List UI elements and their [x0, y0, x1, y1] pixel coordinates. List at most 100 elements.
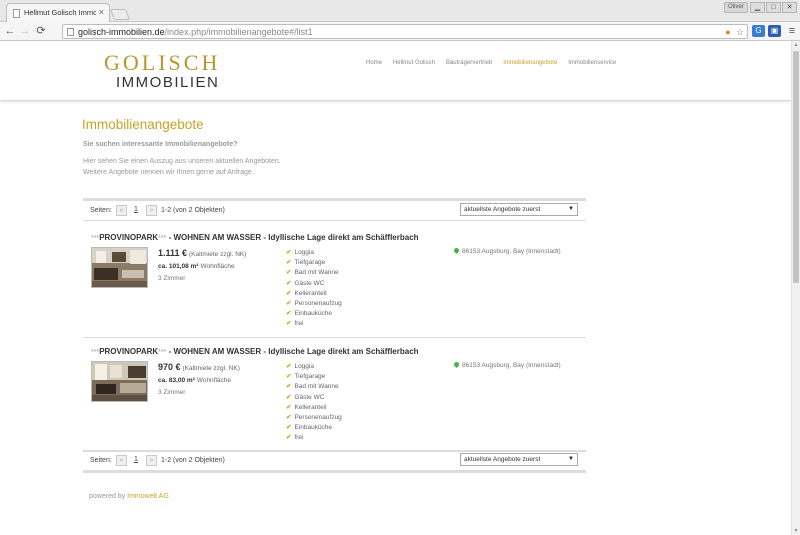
living-area: ca. 101,08 m²: [158, 263, 199, 270]
pager-top: Seiten: « 1 » 1-2 (von 2 Objekten) aktue…: [83, 198, 586, 221]
listing-title[interactable]: ***PROVINOPARK*** - WOHNEN AM WASSER - I…: [91, 233, 419, 242]
prev-page-button[interactable]: «: [116, 205, 127, 216]
page-link[interactable]: 1: [134, 206, 138, 213]
rooms: 3 Zimmer: [158, 389, 186, 396]
back-icon[interactable]: ←: [4, 24, 16, 38]
feature-item: ✔ Bad mit Wanne: [286, 382, 342, 392]
feature-item: ✔ Bad mit Wanne: [286, 268, 342, 278]
chevron-down-icon: ▼: [568, 456, 574, 462]
vertical-scrollbar[interactable]: ▲ ▼: [791, 41, 800, 535]
nav-hellmut-golisch[interactable]: Hellmut Golisch: [393, 60, 435, 66]
living-area: ca. 83,00 m²: [158, 377, 195, 384]
logo[interactable]: GOLISCH IMMOBILIEN: [104, 51, 222, 91]
page-title: Immobilienangebote: [82, 117, 204, 132]
pager-bottom: Seiten: « 1 » 1-2 (von 2 Objekten) aktue…: [83, 450, 586, 473]
checkmark-icon: ✔: [286, 320, 292, 328]
sort-select[interactable]: aktuellste Angebote zuerst ▼: [460, 453, 578, 466]
nav-immobilienangebote[interactable]: Immobilienangebote: [503, 60, 557, 66]
site-header: GOLISCH IMMOBILIEN Home Hellmut Golisch …: [0, 41, 791, 101]
title-stars: ***: [91, 235, 100, 242]
browser-toolbar: ← → ⟳ golisch-immobilien.de/index.php/im…: [0, 22, 800, 41]
checkmark-icon: ✔: [286, 403, 292, 411]
location: 86153 Augsburg, Bay (Innenstadt): [452, 360, 561, 369]
listing-item[interactable]: ***PROVINOPARK*** - WOHNEN AM WASSER - I…: [83, 347, 586, 452]
feature-item: ✔ Personenaufzug: [286, 299, 342, 309]
checkmark-icon: ✔: [286, 279, 292, 287]
feature-item: ✔ Gäste WC: [286, 393, 342, 403]
price-note: (Kaltmiete zzgl. NK): [182, 365, 240, 372]
logo-subline: IMMOBILIEN: [116, 74, 220, 91]
feature-list: ✔ Loggia ✔ Tiefgarage ✔ Bad mit Wanne ✔ Gäst…: [286, 362, 342, 444]
feature-list: ✔ Loggia ✔ Tiefgarage ✔ Bad mit Wanne ✔ Gäst…: [286, 248, 342, 330]
result-count: 1-2 (von 2 Objekten): [161, 207, 225, 214]
forward-icon[interactable]: →: [19, 24, 31, 38]
checkmark-icon: ✔: [286, 299, 292, 307]
result-count: 1-2 (von 2 Objekten): [161, 457, 225, 464]
location: 86153 Augsburg, Bay (Innenstadt): [452, 246, 561, 255]
sort-select[interactable]: aktuellste Angebote zuerst ▼: [460, 203, 578, 216]
menu-icon[interactable]: ≡: [786, 24, 798, 38]
pager-label: Seiten:: [90, 207, 112, 214]
extension-screen-icon[interactable]: ▣: [768, 25, 781, 37]
next-page-button[interactable]: »: [146, 205, 157, 216]
rooms: 3 Zimmer: [158, 275, 186, 282]
sort-value: aktuellste Angebote zuerst: [464, 206, 541, 213]
price-note: (Kaltmiete zzgl. NK): [189, 251, 247, 258]
address-bar[interactable]: golisch-immobilien.de/index.php/immobili…: [62, 24, 748, 39]
price-line: 970 € (Kaltmiete zzgl. NK): [158, 362, 240, 372]
feature-item: ✔ Personenaufzug: [286, 413, 342, 423]
new-tab-button[interactable]: [109, 9, 131, 20]
checkmark-icon: ✔: [286, 249, 292, 256]
sort-value: aktuellste Angebote zuerst: [464, 456, 541, 463]
browser-tab-strip: Hellmut Golisch Immobilie × Oliver ▁ □ ✕: [0, 0, 800, 22]
scroll-down-icon[interactable]: ▼: [792, 527, 800, 535]
area-line: ca. 83,00 m² Wohnfläche: [158, 377, 231, 384]
bookmark-star-icon[interactable]: ☆: [735, 27, 745, 37]
powered-by-label: powered by: [89, 493, 126, 500]
nav-bautraegervertrieb[interactable]: Bauträgervertrieb: [446, 60, 492, 66]
feature-label: Tiefgarage: [294, 373, 326, 381]
prev-page-button[interactable]: «: [116, 455, 127, 466]
title-name: PROVINOPARK: [99, 233, 159, 242]
tab-close-icon[interactable]: ×: [99, 7, 104, 17]
living-area-label: Wohnfläche: [200, 263, 235, 270]
feature-item: ✔ frei: [286, 433, 342, 443]
checkmark-icon: ✔: [286, 413, 292, 421]
map-pin-icon: [452, 360, 461, 369]
checkmark-icon: ✔: [286, 424, 292, 432]
scroll-up-icon[interactable]: ▲: [792, 41, 800, 49]
location-text: 86153 Augsburg, Bay (Innenstadt): [462, 248, 561, 255]
listing-title[interactable]: ***PROVINOPARK*** - WOHNEN AM WASSER - I…: [91, 347, 419, 356]
minimize-button[interactable]: ▁: [750, 2, 765, 13]
listing-photo[interactable]: [91, 247, 148, 288]
browser-tab[interactable]: Hellmut Golisch Immobilie ×: [6, 3, 110, 22]
title-stars: ***: [91, 349, 100, 356]
feature-item: ✔ Kelleranteil: [286, 289, 342, 299]
listing-item[interactable]: ***PROVINOPARK*** - WOHNEN AM WASSER - I…: [83, 233, 586, 338]
title-rest: - WOHNEN AM WASSER - Idyllische Lage dir…: [166, 233, 419, 242]
powered-by-link[interactable]: Immowelt AG: [127, 493, 169, 500]
extension-icon[interactable]: ●: [723, 27, 733, 37]
page-icon: [67, 28, 74, 36]
nav-home[interactable]: Home: [366, 60, 382, 66]
page-link[interactable]: 1: [134, 456, 138, 463]
profile-badge[interactable]: Oliver: [724, 2, 748, 13]
reload-icon[interactable]: ⟳: [35, 24, 47, 38]
powered-by: powered by Immowelt AG: [89, 493, 169, 500]
maximize-button[interactable]: □: [766, 2, 781, 13]
price-line: 1.111 € (Kaltmiete zzgl. NK): [158, 248, 246, 258]
url-text: golisch-immobilien.de/index.php/immobili…: [78, 26, 313, 38]
listing-photo[interactable]: [91, 361, 148, 402]
scrollbar-thumb[interactable]: [793, 51, 799, 283]
area-line: ca. 101,08 m² Wohnfläche: [158, 263, 235, 270]
feature-label: Einbauküche: [294, 310, 333, 318]
checkmark-icon: ✔: [286, 373, 292, 381]
feature-label: Personenaufzug: [294, 299, 342, 307]
next-page-button[interactable]: »: [146, 455, 157, 466]
pager-label: Seiten:: [90, 457, 112, 464]
close-window-button[interactable]: ✕: [782, 2, 797, 13]
feature-label: Kelleranteil: [294, 289, 327, 297]
feature-item: ✔ Einbauküche: [286, 423, 342, 433]
nav-immobilienservice[interactable]: Immobilienservice: [568, 60, 616, 66]
translate-icon[interactable]: G: [752, 25, 765, 37]
